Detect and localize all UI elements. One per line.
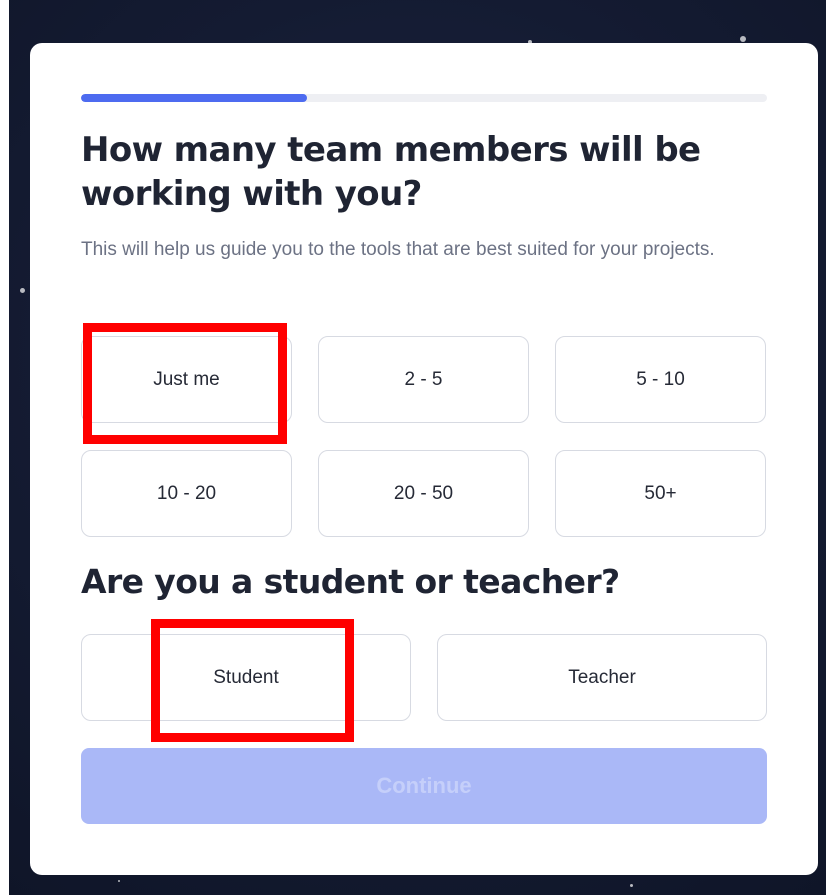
star xyxy=(740,36,746,42)
role-option-teacher[interactable]: Teacher xyxy=(437,634,767,721)
star xyxy=(118,880,120,882)
progress-fill xyxy=(81,94,308,102)
team-size-option-10-20[interactable]: 10 - 20 xyxy=(81,450,292,537)
role-option-student[interactable]: Student xyxy=(81,634,411,721)
onboarding-modal: How many team members will be working wi… xyxy=(30,43,818,875)
team-size-option-5-10[interactable]: 5 - 10 xyxy=(555,336,766,423)
team-size-option-20-50[interactable]: 20 - 50 xyxy=(318,450,529,537)
team-size-option-50-plus[interactable]: 50+ xyxy=(555,450,766,537)
role-question-title: Are you a student or teacher? xyxy=(81,562,620,601)
star xyxy=(630,884,633,887)
continue-button[interactable]: Continue xyxy=(81,748,767,824)
team-size-question-title: How many team members will be working wi… xyxy=(81,130,701,214)
team-size-question-subtitle: This will help us guide you to the tools… xyxy=(81,239,715,260)
team-size-option-just-me[interactable]: Just me xyxy=(81,336,292,423)
team-size-option-2-5[interactable]: 2 - 5 xyxy=(318,336,529,423)
window-edge xyxy=(0,0,9,895)
star xyxy=(20,288,25,293)
progress-bar xyxy=(81,94,767,102)
